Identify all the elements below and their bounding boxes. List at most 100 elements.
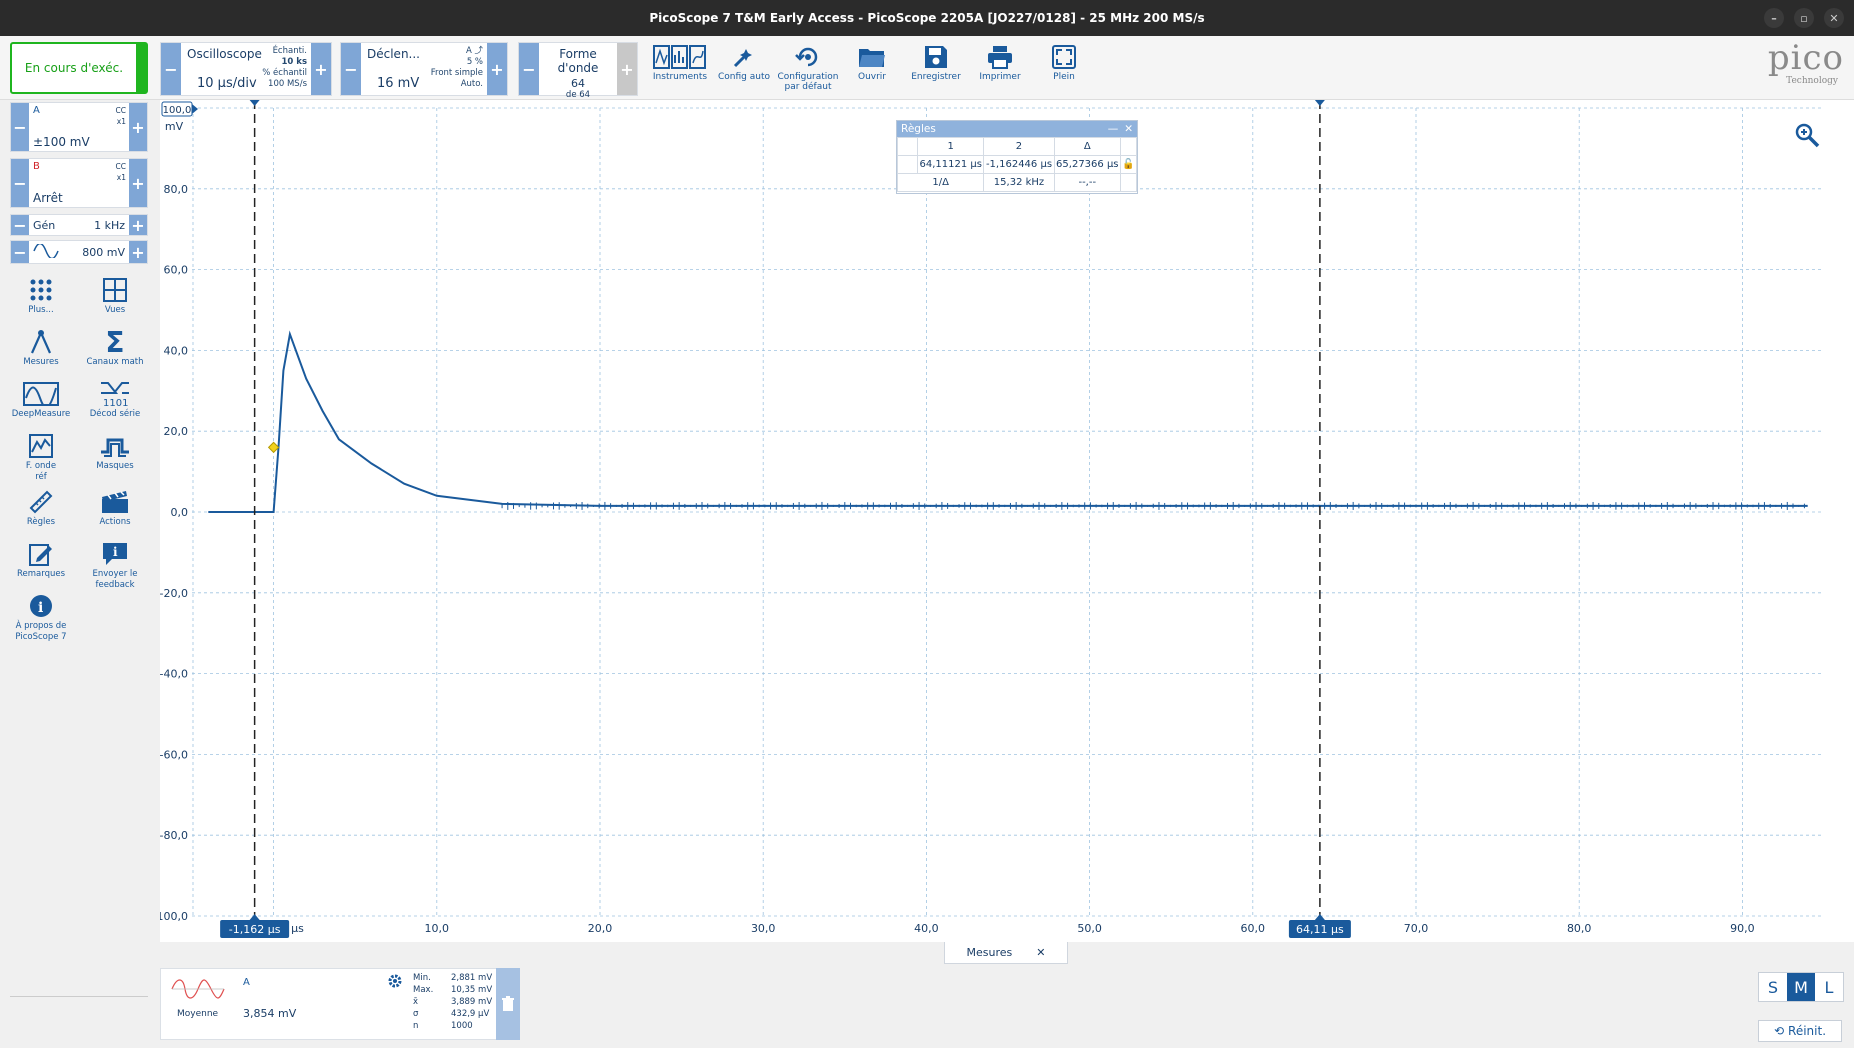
more-button[interactable]: Plus... xyxy=(4,275,78,316)
x-tick-label: 60,0 xyxy=(1241,922,1266,935)
generator-amp-decrease-button[interactable]: − xyxy=(11,241,29,263)
rulers-minimize-icon[interactable]: — xyxy=(1108,123,1119,135)
trigger-type[interactable]: Front simple xyxy=(431,68,483,79)
run-stop-button[interactable]: En cours d'exéc. xyxy=(10,42,148,94)
generator-freq-control: − Gén 1 kHz + xyxy=(10,214,148,236)
send-feedback-button[interactable]: i Envoyer le feedback xyxy=(78,539,152,591)
timebase-value[interactable]: 10 µs/div xyxy=(197,76,257,91)
timebase-decrease-button[interactable]: − xyxy=(161,43,181,95)
generator-amp-increase-button[interactable]: + xyxy=(129,241,147,263)
scope-plot[interactable]: 80,0 60,0 40,0 20,0 0,0 -20,0 -40,0 -60,0 -80,0 -… xyxy=(153,100,1854,942)
ruler-1-value: 64,11121 µs xyxy=(916,155,985,174)
trigger-mode[interactable]: Auto. xyxy=(431,79,483,90)
channel-a-coupling[interactable]: CC xyxy=(116,105,126,116)
channel-b-decrease-button[interactable]: − xyxy=(11,159,29,207)
fullscreen-button[interactable]: Plein xyxy=(1032,42,1096,82)
trigger-channel: A xyxy=(465,46,472,56)
channel-b-increase-button[interactable]: + xyxy=(129,159,147,207)
gear-icon[interactable] xyxy=(387,973,403,993)
save-button[interactable]: Enregistrer xyxy=(904,42,968,82)
channel-a-probe[interactable]: x1 xyxy=(116,116,126,127)
channel-a-range[interactable]: ±100 mV xyxy=(33,135,90,149)
measurements-tab-close-icon[interactable]: ✕ xyxy=(1036,946,1045,959)
generator-freq-decrease-button[interactable]: − xyxy=(11,215,29,235)
trigger-increase-button[interactable]: + xyxy=(487,43,507,95)
channel-b-probe[interactable]: x1 xyxy=(116,172,126,183)
trigger-level-value[interactable]: 16 mV xyxy=(377,76,419,91)
minimize-button[interactable]: – xyxy=(1764,8,1784,28)
y-tick-label: 60,0 xyxy=(164,264,189,277)
measurements-button[interactable]: Mesures xyxy=(4,327,78,368)
toolbar: En cours d'exéc. − Oscilloscope 10 µs/di… xyxy=(0,36,1854,100)
channel-a-decrease-button[interactable]: − xyxy=(11,103,29,151)
lock-icon[interactable]: 🔓 xyxy=(1120,155,1137,174)
rulers-close-icon[interactable]: ✕ xyxy=(1124,123,1133,135)
x-tick-label: 30,0 xyxy=(751,922,776,935)
trigger-decrease-button[interactable]: − xyxy=(341,43,361,95)
about-button[interactable]: i À propos de PicoScope 7 xyxy=(4,591,78,643)
generator-freq-increase-button[interactable]: + xyxy=(129,215,147,235)
measurements-tab-label: Mesures xyxy=(966,946,1013,959)
default-setup-label: Configuration par défaut xyxy=(777,72,839,92)
trash-icon xyxy=(502,996,514,1011)
waveform-prev-button[interactable]: − xyxy=(519,43,539,95)
notes-button[interactable]: Remarques xyxy=(4,539,78,580)
rulers-button[interactable]: Règles xyxy=(4,487,78,528)
waveform-current[interactable]: 64 xyxy=(541,77,615,90)
maximize-button[interactable]: ▫ xyxy=(1794,8,1814,28)
sidebar-divider xyxy=(10,996,148,997)
channel-b-range[interactable]: Arrêt xyxy=(33,191,63,205)
size-small-button[interactable]: S xyxy=(1759,973,1787,1001)
math-channels-button[interactable]: Σ Canaux math xyxy=(78,327,152,368)
print-icon xyxy=(968,42,1032,72)
fullscreen-icon xyxy=(1032,42,1096,72)
ruler-icon xyxy=(4,487,78,517)
rulers-panel[interactable]: Règles — ✕ 1 2 Δ 64,11121 µs -1,162446 µ… xyxy=(896,120,1138,194)
default-setup-button[interactable]: Configuration par défaut xyxy=(776,42,840,92)
size-large-button[interactable]: L xyxy=(1815,973,1843,1001)
rulers-panel-header[interactable]: Règles — ✕ xyxy=(897,121,1137,137)
actions-button[interactable]: Actions xyxy=(78,487,152,528)
timebase-increase-button[interactable]: + xyxy=(311,43,331,95)
masks-button[interactable]: Masques xyxy=(78,431,152,472)
rulers-panel-title: Règles xyxy=(901,123,936,135)
channel-a-name[interactable]: A xyxy=(33,105,125,116)
samples-value[interactable]: 10 ks xyxy=(262,57,308,68)
size-medium-button[interactable]: M xyxy=(1787,973,1815,1001)
open-button[interactable]: Ouvrir xyxy=(840,42,904,82)
views-button[interactable]: Vues xyxy=(78,275,152,316)
waveform-next-button[interactable]: + xyxy=(617,43,637,95)
sigma-icon: Σ xyxy=(105,325,125,359)
measurement-value: 3,854 mV xyxy=(243,1007,297,1020)
scope-view[interactable]: 80,0 60,0 40,0 20,0 0,0 -20,0 -40,0 -60,0 -80,0 -… xyxy=(153,100,1854,942)
zoom-icon[interactable] xyxy=(1794,122,1820,152)
open-label: Ouvrir xyxy=(857,72,886,82)
reset-icon: ⟲ xyxy=(1773,1024,1785,1038)
reset-button[interactable]: ⟲ Réinit. xyxy=(1758,1020,1842,1042)
generator-amplitude[interactable]: 800 mV xyxy=(82,246,125,259)
serial-decode-button[interactable]: 1101 Décod série xyxy=(78,379,152,420)
channel-a-increase-button[interactable]: + xyxy=(129,103,147,151)
svg-text:i: i xyxy=(38,600,43,616)
measurements-tab[interactable]: Mesures ✕ xyxy=(944,942,1068,964)
channel-b-name[interactable]: B xyxy=(33,161,125,172)
deepmeasure-button[interactable]: DeepMeasure xyxy=(4,379,78,420)
measurement-channel: A xyxy=(243,977,250,988)
channel-b-coupling[interactable]: CC xyxy=(116,161,126,172)
auto-setup-button[interactable]: Config auto xyxy=(712,42,776,82)
y-tick-label: -80,0 xyxy=(160,829,188,842)
instruments-button[interactable]: Instruments xyxy=(648,42,712,82)
measurement-card[interactable]: A Moyenne 3,854 mV Min. 2,881 mV Max. 10,3… xyxy=(160,968,520,1040)
generator-frequency[interactable]: 1 kHz xyxy=(94,219,125,232)
ruler-handle-bottom-2 xyxy=(1314,914,1325,920)
print-button[interactable]: Imprimer xyxy=(968,42,1032,82)
y-tick-label: -60,0 xyxy=(160,748,188,761)
ruler-handle-top-1 xyxy=(249,100,260,106)
close-button[interactable]: ✕ xyxy=(1824,8,1844,28)
sine-wave-icon[interactable] xyxy=(33,242,59,261)
folder-icon xyxy=(840,42,904,72)
reference-waveform-icon xyxy=(4,431,78,461)
delete-measurement-button[interactable] xyxy=(496,968,520,1040)
reference-waveforms-button[interactable]: F. onde réf xyxy=(4,431,78,483)
sine-wave-icon xyxy=(171,979,225,1003)
